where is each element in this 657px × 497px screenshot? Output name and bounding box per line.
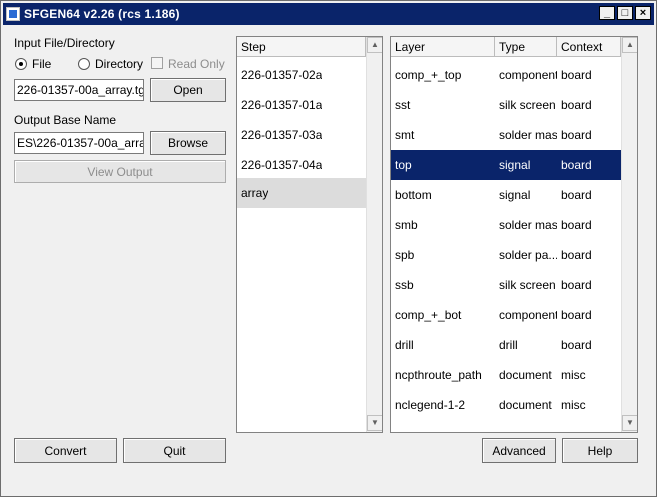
- layer-type-cell: solder mask: [499, 218, 557, 232]
- scroll-down-icon[interactable]: ▼: [622, 415, 637, 431]
- layer-type-cell: component: [499, 308, 557, 322]
- layer-context-cell: board: [561, 308, 592, 322]
- layer-layer-cell: nclegend-1-2: [395, 398, 466, 412]
- layer-row[interactable]: ssb silk screen board: [391, 270, 621, 300]
- context-column-header[interactable]: Context: [557, 37, 621, 57]
- layer-context-cell: board: [561, 158, 592, 172]
- layer-type-cell: silk screen: [499, 278, 556, 292]
- step-column-header[interactable]: Step: [237, 37, 366, 57]
- window-title: SFGEN64 v2.26 (rcs 1.186): [24, 7, 180, 21]
- layer-type-cell: signal: [499, 158, 531, 172]
- layer-table[interactable]: Layer Type Context comp_+_top component bo…: [390, 36, 638, 433]
- step-item[interactable]: 226-01357-02a: [237, 60, 366, 90]
- layer-row[interactable]: smt solder mask board: [391, 120, 621, 150]
- layer-context-cell: board: [561, 248, 592, 262]
- layer-row-selected[interactable]: top signal board: [391, 150, 621, 180]
- layer-row[interactable]: drill drill board: [391, 330, 621, 360]
- layer-table-header: Layer Type Context: [391, 37, 621, 57]
- layer-layer-cell: smb: [395, 218, 418, 232]
- layer-layer-cell: bottom: [395, 188, 432, 202]
- layer-table-scrollbar[interactable]: ▲ ▼: [621, 37, 637, 432]
- advanced-button[interactable]: Advanced: [482, 438, 556, 463]
- step-item[interactable]: 226-01357-04a: [237, 150, 366, 180]
- layer-layer-cell: ncpthroute_path: [395, 368, 482, 382]
- browse-button[interactable]: Browse: [150, 131, 226, 155]
- view-output-button[interactable]: View Output: [14, 160, 226, 183]
- type-column-header[interactable]: Type: [495, 37, 557, 57]
- layer-layer-cell: spb: [395, 248, 415, 262]
- layer-row[interactable]: ncpthroute_path document misc: [391, 360, 621, 390]
- layer-type-cell: component: [499, 68, 557, 82]
- step-item[interactable]: 226-01357-03a: [237, 120, 366, 150]
- layer-context-cell: board: [561, 128, 592, 142]
- layer-row[interactable]: nclegend-1-2 document misc: [391, 390, 621, 420]
- layer-context-cell: board: [561, 188, 592, 202]
- layer-layer-cell: smt: [395, 128, 415, 142]
- title-bar[interactable]: SFGEN64 v2.26 (rcs 1.186) _ □ ×: [3, 3, 654, 25]
- layer-layer-cell: top: [395, 158, 412, 172]
- file-radio-label[interactable]: File: [32, 57, 51, 71]
- scroll-up-icon[interactable]: ▲: [367, 37, 382, 53]
- layer-row[interactable]: smb solder mask board: [391, 210, 621, 240]
- layer-context-cell: misc: [561, 368, 586, 382]
- layer-row[interactable]: comp_+_top component board: [391, 60, 621, 90]
- step-list-scrollbar[interactable]: ▲ ▼: [366, 37, 382, 432]
- scroll-up-icon[interactable]: ▲: [622, 37, 637, 53]
- layer-context-cell: board: [561, 218, 592, 232]
- close-button[interactable]: ×: [635, 6, 651, 20]
- step-item-selected[interactable]: array: [237, 178, 366, 208]
- step-item[interactable]: 226-01357-01a: [237, 90, 366, 120]
- layer-layer-cell: ssb: [395, 278, 414, 292]
- layer-row[interactable]: bottom signal board: [391, 180, 621, 210]
- directory-radio[interactable]: [78, 58, 90, 70]
- layer-context-cell: board: [561, 68, 592, 82]
- convert-button[interactable]: Convert: [14, 438, 117, 463]
- layer-type-cell: silk screen: [499, 98, 556, 112]
- layer-context-cell: board: [561, 338, 592, 352]
- layer-context-cell: misc: [561, 398, 586, 412]
- open-button[interactable]: Open: [150, 78, 226, 102]
- layer-context-cell: board: [561, 98, 592, 112]
- layer-type-cell: solder mask: [499, 128, 557, 142]
- window-controls: _ □ ×: [599, 6, 651, 20]
- step-list-header: Step: [237, 37, 366, 57]
- minimize-button[interactable]: _: [599, 6, 615, 20]
- layer-row[interactable]: sst silk screen board: [391, 90, 621, 120]
- layer-type-cell: document: [499, 398, 552, 412]
- scroll-down-icon[interactable]: ▼: [367, 415, 382, 431]
- layer-layer-cell: sst: [395, 98, 411, 112]
- output-label: Output Base Name: [14, 113, 117, 127]
- layer-layer-cell: comp_+_top: [395, 68, 462, 82]
- layer-row[interactable]: spb solder pa... board: [391, 240, 621, 270]
- help-button[interactable]: Help: [562, 438, 638, 463]
- read-only-checkbox[interactable]: [151, 57, 163, 69]
- input-file-field[interactable]: 226-01357-00a_array.tgz: [14, 79, 144, 101]
- layer-type-cell: document: [499, 368, 552, 382]
- file-radio[interactable]: [15, 58, 27, 70]
- layer-type-cell: drill: [499, 338, 518, 352]
- maximize-button[interactable]: □: [617, 6, 633, 20]
- quit-button[interactable]: Quit: [123, 438, 226, 463]
- layer-row[interactable]: comp_+_bot component board: [391, 300, 621, 330]
- layer-type-cell: solder pa...: [499, 248, 557, 262]
- directory-radio-label[interactable]: Directory: [95, 57, 143, 71]
- layer-layer-cell: drill: [395, 338, 414, 352]
- read-only-label: Read Only: [168, 57, 225, 71]
- layer-context-cell: board: [561, 278, 592, 292]
- layer-type-cell: signal: [499, 188, 531, 202]
- app-window: SFGEN64 v2.26 (rcs 1.186) _ □ × Input Fi…: [0, 0, 657, 497]
- step-list[interactable]: Step 226-01357-02a 226-01357-01a 226-013…: [236, 36, 383, 433]
- input-label: Input File/Directory: [14, 36, 115, 50]
- layer-layer-cell: comp_+_bot: [395, 308, 462, 322]
- output-base-field[interactable]: ES\226-01357-00a_array: [14, 132, 144, 154]
- layer-column-header[interactable]: Layer: [391, 37, 495, 57]
- app-icon: [6, 7, 20, 21]
